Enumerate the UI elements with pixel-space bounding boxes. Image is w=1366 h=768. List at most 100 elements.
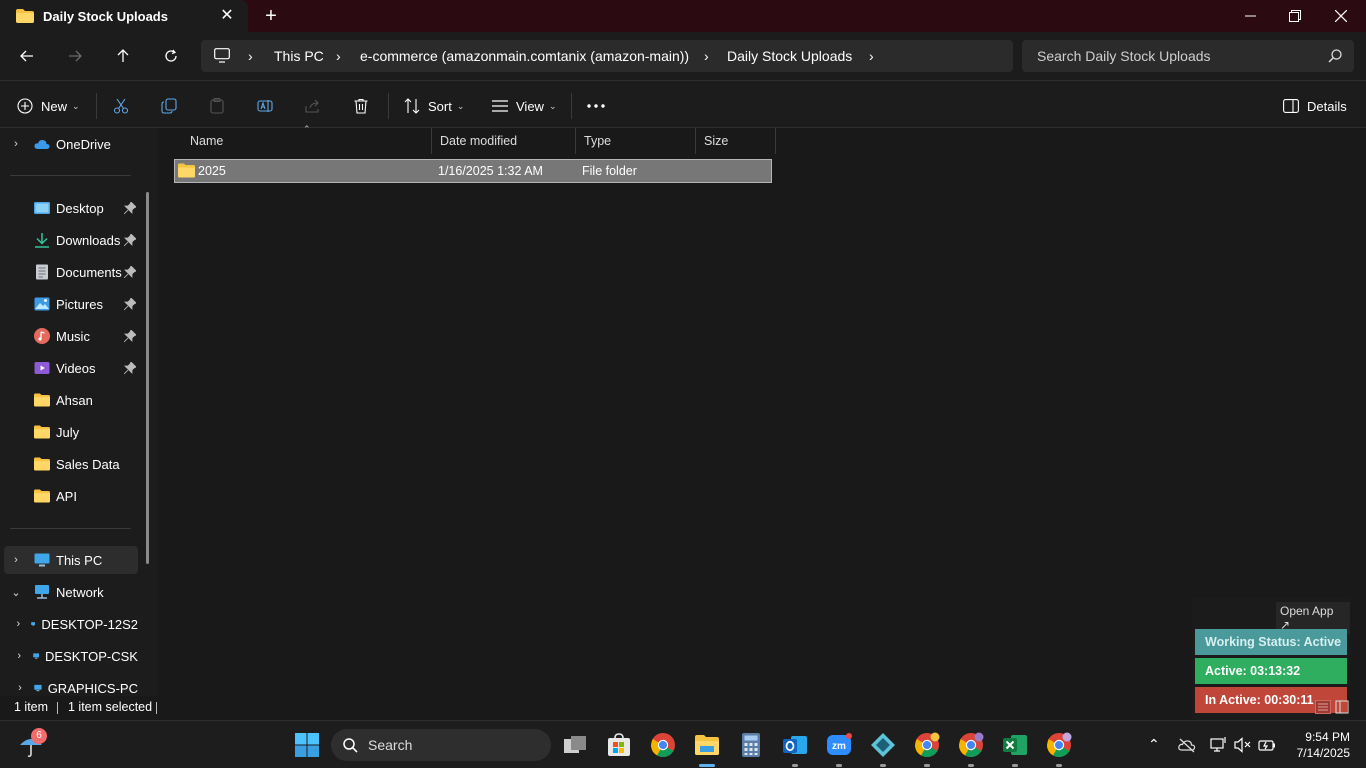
task-view-icon[interactable] [562, 732, 588, 758]
nav-item-videos[interactable]: Videos [0, 354, 138, 382]
table-row[interactable]: 2025 1/16/2025 1:32 AM File folder [174, 159, 772, 183]
volume-muted-icon[interactable] [1234, 737, 1251, 753]
chrome-profile-icon[interactable] [914, 732, 940, 758]
pin-icon[interactable] [124, 266, 136, 278]
nav-item-network-computer[interactable]: › DESKTOP-CSK [0, 642, 138, 670]
zoom-icon[interactable]: zm [826, 732, 852, 758]
nav-item-sales-data[interactable]: Sales Data [0, 450, 138, 478]
nav-scrollbar[interactable] [146, 192, 149, 564]
nav-item-july[interactable]: July [0, 418, 138, 446]
chevron-right-icon[interactable]: › [248, 48, 253, 64]
nav-item-network[interactable]: ⌄ Network [0, 578, 138, 606]
notes-icon[interactable] [1315, 700, 1331, 714]
share-button[interactable] [305, 93, 321, 119]
plus-circle-icon [17, 98, 33, 114]
chevron-right-icon[interactable]: › [336, 48, 341, 64]
view-button[interactable]: View ⌄ [491, 93, 557, 119]
file-date-modified: 1/16/2025 1:32 AM [438, 164, 543, 178]
chrome-icon[interactable] [650, 732, 676, 758]
chevron-right-icon[interactable]: › [869, 48, 874, 64]
chrome-profile-icon[interactable] [1046, 732, 1072, 758]
chevron-down-icon: ⌄ [456, 100, 465, 111]
nav-item-documents[interactable]: Documents [0, 258, 138, 286]
column-header-size[interactable]: Size [696, 128, 776, 154]
panel-icon[interactable] [1335, 700, 1349, 714]
more-options-button[interactable] [587, 93, 605, 119]
restore-button[interactable] [1272, 0, 1318, 32]
show-hidden-icons-chevron-icon[interactable]: ⌃ [1148, 736, 1160, 753]
music-icon [34, 328, 50, 344]
microsoft-store-icon[interactable] [606, 732, 632, 758]
battery-charging-icon[interactable] [1258, 737, 1276, 753]
forward-button[interactable] [62, 44, 88, 68]
breadcrumb-this-pc[interactable]: This PC [274, 48, 324, 64]
nav-item-api[interactable]: API [0, 482, 138, 510]
column-header-type[interactable]: Type [576, 128, 696, 154]
sort-button[interactable]: Sort ⌄ [404, 93, 464, 119]
nav-label: Desktop [56, 200, 104, 216]
expand-chevron-icon[interactable]: › [16, 618, 21, 630]
collapse-chevron-icon[interactable]: ⌄ [8, 586, 24, 599]
network-status-icon[interactable] [1210, 737, 1227, 753]
expand-chevron-icon[interactable]: › [16, 682, 24, 694]
new-tab-button[interactable]: + [261, 5, 281, 27]
details-button[interactable]: Details [1283, 93, 1347, 119]
computer-icon [34, 684, 42, 692]
address-bar[interactable]: › This PC › e-commerce (amazonmain.comta… [201, 40, 1013, 72]
excel-icon[interactable] [1002, 732, 1028, 758]
vpn-diamond-icon[interactable] [870, 732, 896, 758]
details-pane-icon [1283, 99, 1299, 113]
delete-button[interactable] [353, 93, 369, 119]
nav-item-ahsan[interactable]: Ahsan [0, 386, 138, 414]
copy-button[interactable] [161, 93, 177, 119]
expand-chevron-icon[interactable]: › [8, 554, 24, 566]
chevron-right-icon[interactable]: › [704, 48, 709, 64]
calculator-icon[interactable] [738, 732, 764, 758]
nav-item-desktop[interactable]: Desktop [0, 194, 138, 222]
nav-item-music[interactable]: Music [0, 322, 138, 350]
paste-button[interactable] [209, 93, 225, 119]
outlook-icon[interactable] [782, 732, 808, 758]
nav-item-network-computer[interactable]: › DESKTOP-12S2 [0, 610, 138, 638]
refresh-icon [165, 49, 177, 62]
taskbar-search[interactable]: Search [331, 729, 551, 761]
tab-daily-stock-uploads[interactable]: Daily Stock Uploads ✕ [0, 0, 248, 32]
pin-icon[interactable] [124, 298, 136, 310]
title-bar: Daily Stock Uploads ✕ + [0, 0, 1366, 32]
nav-item-onedrive[interactable]: › OneDrive [0, 130, 138, 158]
expand-chevron-icon[interactable]: › [16, 650, 23, 662]
column-header-date-modified[interactable]: Date modified [432, 128, 576, 154]
list-view-icon [492, 100, 508, 112]
rename-button[interactable] [257, 93, 273, 119]
search-input[interactable]: Search Daily Stock Uploads [1022, 40, 1354, 72]
close-window-button[interactable] [1318, 0, 1364, 32]
pin-icon[interactable] [124, 234, 136, 246]
up-button[interactable] [110, 44, 136, 68]
taskbar-search-label: Search [368, 737, 413, 753]
breadcrumb-ecommerce[interactable]: e-commerce (amazonmain.comtanix (amazon-… [360, 48, 689, 64]
refresh-button[interactable] [158, 44, 184, 68]
pin-icon[interactable] [124, 362, 136, 374]
pin-icon[interactable] [124, 202, 136, 214]
minimize-icon [1244, 15, 1256, 17]
close-tab-icon[interactable]: ✕ [218, 6, 236, 26]
file-explorer-icon[interactable] [694, 732, 720, 758]
clock-time: 9:54 PM [1305, 730, 1350, 744]
nav-item-pictures[interactable]: Pictures [0, 290, 138, 318]
windows-start-icon[interactable] [294, 732, 320, 758]
new-button[interactable]: New ⌄ [17, 93, 80, 119]
system-clock[interactable]: 9:54 PM 7/14/2025 [1288, 729, 1350, 761]
cut-button[interactable] [113, 93, 129, 119]
minimize-button[interactable] [1227, 0, 1273, 32]
nav-label: Pictures [56, 296, 103, 312]
close-icon [1335, 10, 1347, 22]
expand-chevron-icon[interactable]: › [8, 138, 24, 150]
nav-item-this-pc[interactable]: › This PC [4, 546, 138, 574]
nav-item-downloads[interactable]: Downloads [0, 226, 138, 254]
pin-icon[interactable] [124, 330, 136, 342]
onedrive-offline-icon[interactable] [1178, 737, 1196, 753]
chevron-down-icon: ⌄ [72, 100, 80, 111]
breadcrumb-daily-stock-uploads[interactable]: Daily Stock Uploads [727, 48, 852, 64]
chrome-profile-icon[interactable] [958, 732, 984, 758]
back-button[interactable] [14, 44, 40, 68]
